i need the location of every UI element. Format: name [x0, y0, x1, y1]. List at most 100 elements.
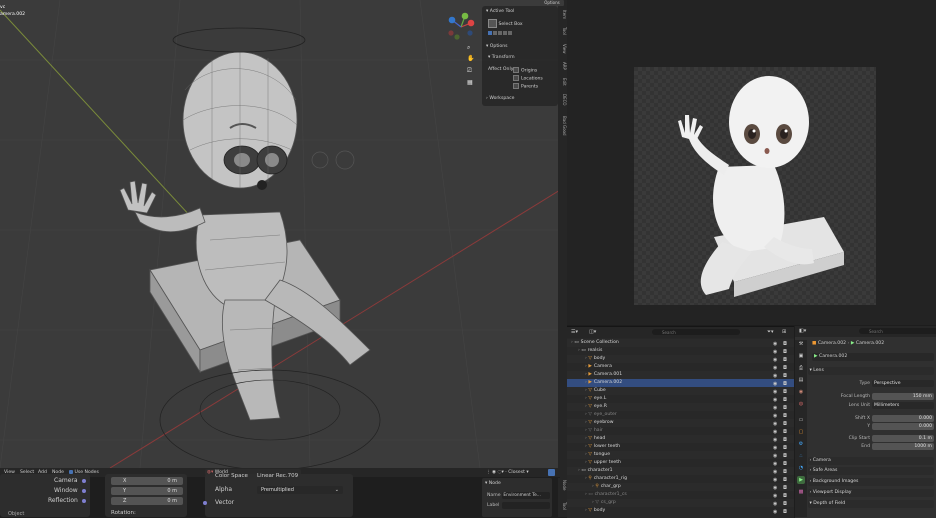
- outliner-row[interactable]: › ▽ cs_grp ◉ ◘: [567, 499, 794, 507]
- focal-length-field[interactable]: 150 mm: [872, 393, 934, 400]
- editor-type-icon[interactable]: ☰▾: [571, 329, 578, 335]
- node-label-field[interactable]: [502, 502, 550, 509]
- lens-section-header[interactable]: ▾ Lens: [808, 367, 934, 375]
- collection-icon: ▭: [588, 492, 593, 497]
- outliner-row[interactable]: › ▽ Cube ◉ ◘: [567, 387, 794, 395]
- properties-search-input[interactable]: [859, 328, 936, 334]
- outliner-row[interactable]: › ▭ Scene Collection ◉ ◘: [567, 339, 794, 347]
- outliner-row[interactable]: › ▽ body ◉ ◘: [567, 507, 794, 515]
- outliner-row[interactable]: › ▶ Camera ◉ ◘: [567, 363, 794, 371]
- mesh-icon: ▽: [588, 404, 592, 409]
- node-panel-header[interactable]: ▾ Node: [485, 481, 501, 486]
- transform-header[interactable]: ▾ Transform: [488, 55, 515, 60]
- outliner-row[interactable]: › ▽ eye_outer ◉ ◘: [567, 411, 794, 419]
- overlay-toggle[interactable]: [548, 469, 555, 476]
- scene-tab-icon[interactable]: ◉: [797, 388, 805, 396]
- locations-checkbox[interactable]: Locations: [513, 75, 543, 82]
- outliner-search-input[interactable]: [652, 329, 740, 335]
- mapping-y-field[interactable]: Y0 m: [111, 487, 183, 495]
- outliner-row[interactable]: › ▶ Camera.002 ◉ ◘: [567, 379, 794, 387]
- selection-mode-buttons[interactable]: [488, 31, 512, 37]
- tab-deco[interactable]: DECO: [558, 94, 567, 106]
- camera-data-tab-icon[interactable]: ▶: [797, 476, 805, 484]
- render-tab-icon[interactable]: ▣: [797, 352, 805, 360]
- view-layer-tab-icon[interactable]: ▤: [797, 376, 805, 384]
- outliner-row[interactable]: › ▭ realsis ◉ ◘: [567, 347, 794, 355]
- shift-x-field[interactable]: 0.000: [872, 415, 934, 422]
- outliner-row[interactable]: › ▽ body ◉ ◘: [567, 355, 794, 363]
- tab-node[interactable]: Node: [558, 480, 567, 490]
- clip-start-field[interactable]: 0.1 m: [872, 435, 934, 442]
- clip-end-field[interactable]: 1000 m: [872, 443, 934, 450]
- object-tab-icon[interactable]: ▢: [797, 428, 805, 436]
- properties-editor-icon[interactable]: ◧▾: [799, 328, 806, 334]
- output-tab-icon[interactable]: ⎙: [797, 364, 805, 372]
- navigation-gizmo[interactable]: [445, 12, 477, 42]
- outliner-row[interactable]: › ▽ head ◉ ◘: [567, 435, 794, 443]
- pan-hand-icon[interactable]: ✋: [467, 55, 474, 62]
- modifier-tab-icon[interactable]: ⚙: [797, 440, 805, 448]
- camera-section-header[interactable]: › Camera: [808, 457, 934, 465]
- render-camera-icon[interactable]: ◘: [783, 508, 787, 516]
- outliner-row[interactable]: › ▽ eyebrow ◉ ◘: [567, 419, 794, 427]
- parents-checkbox[interactable]: Parents: [513, 83, 538, 90]
- world-tab-icon[interactable]: ◍: [797, 400, 805, 408]
- outliner-row[interactable]: › ⚲ character1_rig ◉ ◘: [567, 475, 794, 483]
- visibility-eye-icon[interactable]: ◉: [773, 508, 777, 516]
- tab-edit[interactable]: Edit: [558, 78, 567, 86]
- tab-tool[interactable]: Tool: [558, 27, 567, 35]
- collection-tab-icon[interactable]: ▭: [797, 416, 805, 424]
- tab-bad-good[interactable]: Bad Good: [558, 116, 567, 136]
- options-dropdown[interactable]: Options: [540, 0, 564, 6]
- outliner-row[interactable]: › ▶ Camera.001 ◉ ◘: [567, 371, 794, 379]
- safe-areas-section-header[interactable]: › Safe Areas: [808, 467, 934, 475]
- workspace-header[interactable]: › Workspace: [486, 96, 514, 101]
- environment-texture-node[interactable]: Color Space Linear Rec.709 Alpha Premult…: [203, 473, 353, 517]
- outliner-row[interactable]: › ▽ lower teeth ◉ ◘: [567, 443, 794, 451]
- physics-tab-icon[interactable]: ◔: [797, 464, 805, 472]
- mapping-node[interactable]: X0 m Y0 m Z0 m Rotation:: [105, 474, 187, 517]
- tab-arp[interactable]: ARP: [558, 62, 567, 70]
- tab-item[interactable]: Item: [558, 10, 567, 19]
- outliner-row[interactable]: › ▽ hair ◉ ◘: [567, 427, 794, 435]
- shift-y-field[interactable]: 0.000: [872, 423, 934, 430]
- grid-icon[interactable]: ▦: [467, 79, 473, 86]
- outliner-row-label: char_grp: [600, 484, 621, 489]
- zoom-icon[interactable]: ⌕: [467, 44, 470, 52]
- active-tool-header[interactable]: ▾ Active Tool: [486, 9, 514, 14]
- outliner-panel[interactable]: ☰▾ ◫▾ ⏷▾ ⊞ › ▭Scene Collection◉◘› ▭reals…: [567, 326, 794, 518]
- filter-icon[interactable]: ⏷▾: [767, 329, 774, 335]
- mapping-x-field[interactable]: X0 m: [111, 477, 183, 485]
- outliner-row[interactable]: › ▽ upper teeth ◉ ◘: [567, 459, 794, 467]
- camera-view-icon[interactable]: ⎚: [467, 67, 472, 75]
- lens-unit-dropdown[interactable]: Millimeters: [872, 402, 934, 409]
- new-collection-icon[interactable]: ⊞: [782, 329, 786, 335]
- 3d-viewport[interactable]: vc amera.002 ⌕ ✋ ⎚ ▦ ▾ Active Tool Selec…: [0, 0, 560, 468]
- tab-view[interactable]: View: [558, 44, 567, 54]
- display-mode-icon[interactable]: ◫▾: [589, 329, 596, 335]
- outliner-row[interactable]: › ▭ character1_cs ◉ ◘: [567, 491, 794, 499]
- mapping-z-field[interactable]: Z0 m: [111, 497, 183, 505]
- tool-tab-icon[interactable]: ⚒: [797, 340, 805, 348]
- type-dropdown[interactable]: Perspective: [872, 380, 934, 387]
- color-space-dropdown[interactable]: Linear Rec.709: [257, 473, 298, 479]
- texture-tab-icon[interactable]: ▩: [797, 488, 805, 496]
- origins-checkbox[interactable]: Origins: [513, 67, 537, 74]
- options-header[interactable]: ▾ Options: [486, 44, 508, 49]
- outliner-row[interactable]: › ▽ eye.L ◉ ◘: [567, 395, 794, 403]
- slot-selector[interactable]: ⋮ ◉ ◌▾ · Closest ▾: [486, 469, 529, 476]
- select-box-tool[interactable]: Select Box: [488, 19, 523, 28]
- particles-tab-icon[interactable]: ∴: [797, 452, 805, 460]
- outliner-row[interactable]: › ▽ eye.R ◉ ◘: [567, 403, 794, 411]
- texture-coordinate-node[interactable]: Camera Window Reflection Object: [0, 474, 90, 517]
- background-images-section-header[interactable]: › Background Images: [808, 478, 934, 486]
- camera-datablock-selector[interactable]: ▶ Camera.002: [812, 353, 934, 361]
- node-name-field[interactable]: Environment Te...: [502, 492, 550, 499]
- alpha-dropdown[interactable]: Premultiplied ⌄: [257, 486, 343, 494]
- tab-node-tool[interactable]: Tool: [558, 502, 567, 510]
- outliner-row[interactable]: › ▭ character1 ◉ ◘: [567, 467, 794, 475]
- viewport-display-section-header[interactable]: › Viewport Display: [808, 489, 934, 497]
- depth-of-field-section-header[interactable]: ▾ Depth of Field: [808, 500, 934, 508]
- outliner-row[interactable]: › ▽ tongue ◉ ◘: [567, 451, 794, 459]
- outliner-row[interactable]: › ⚲ char_grp ◉ ◘: [567, 483, 794, 491]
